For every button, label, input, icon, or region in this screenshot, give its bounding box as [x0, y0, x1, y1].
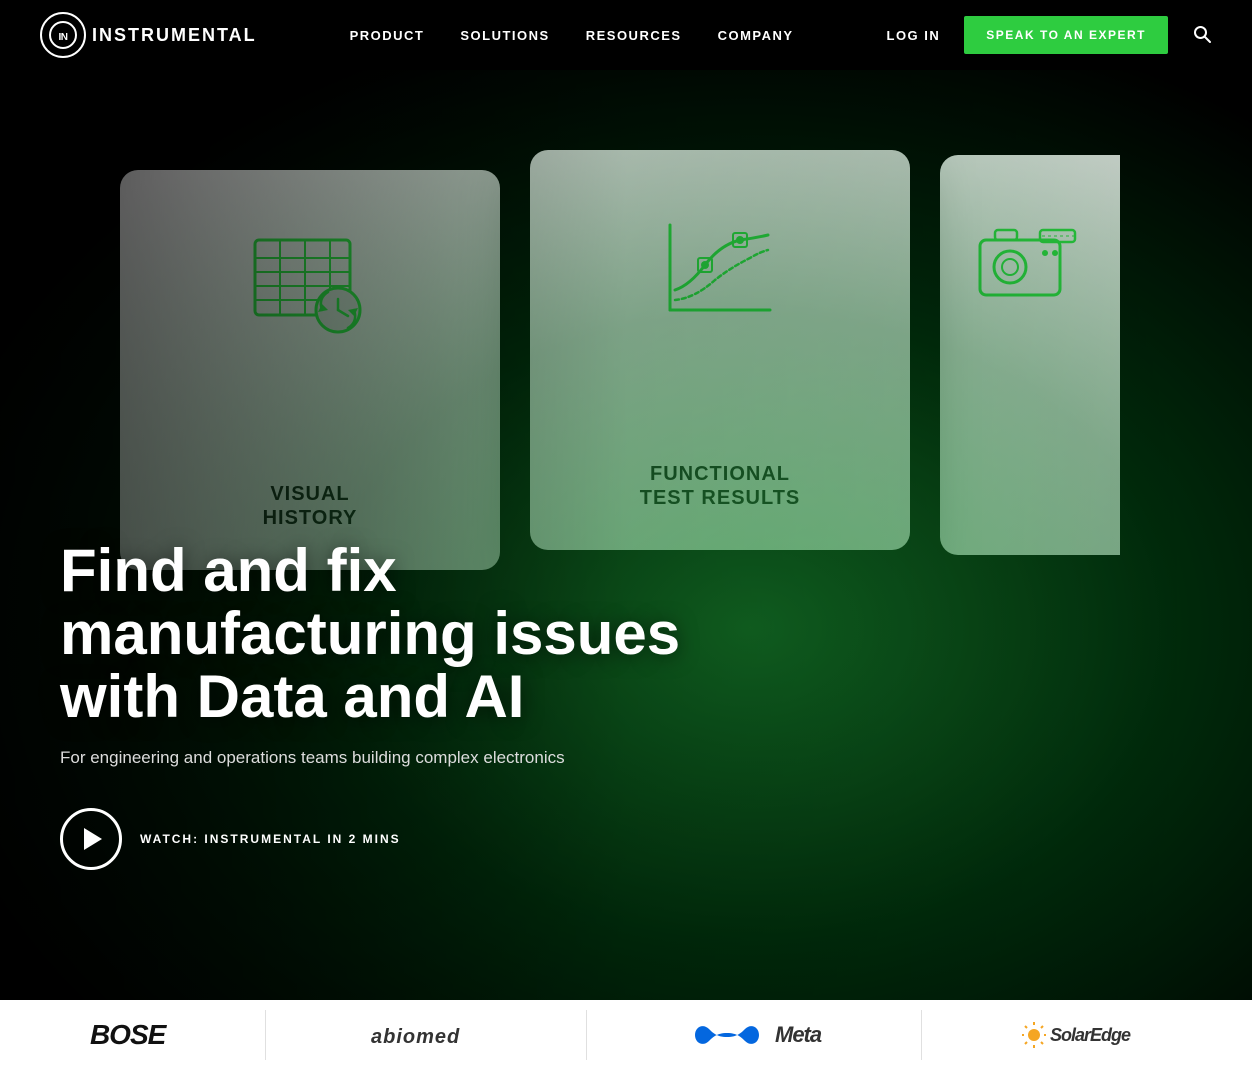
hero-subtext: For engineering and operations teams bui…	[60, 748, 710, 768]
abiomed-logo-svg: abiomed	[366, 1015, 486, 1055]
visual-history-icon	[240, 220, 380, 360]
card-visual-history: VISUALHISTORY	[120, 170, 500, 570]
card-camera-partial	[940, 155, 1120, 555]
card-functional-test: FUNCTIONALTEST RESULTS	[530, 150, 910, 550]
svg-text:IN: IN	[59, 32, 68, 43]
nav-item-product[interactable]: PRODUCT	[350, 28, 425, 43]
nav-item-resources[interactable]: RESOURCES	[586, 28, 682, 43]
watch-video-button[interactable]: WATCH: INSTRUMENTAL IN 2 MINS	[60, 808, 710, 870]
card-visual-history-label: VISUALHISTORY	[263, 482, 358, 530]
logo-abiomed: abiomed	[366, 1015, 486, 1055]
svg-text:abiomed: abiomed	[371, 1026, 460, 1048]
logo-text: INSTRUMENTAL	[92, 25, 257, 46]
logo-separator-1	[265, 1010, 266, 1060]
functional-test-icon	[650, 200, 790, 340]
play-triangle	[84, 828, 102, 850]
speak-to-expert-button[interactable]: SPEAK TO AN EXPERT	[964, 16, 1168, 54]
hero-content: Find and fix manufacturing issues with D…	[60, 539, 710, 870]
nav-right: LOG IN SPEAK TO AN EXPERT	[887, 16, 1212, 54]
nav-links: PRODUCT SOLUTIONS RESOURCES COMPANY	[350, 28, 794, 43]
search-icon[interactable]	[1192, 24, 1212, 47]
solaredge-logo-svg: SolarEdge	[1022, 1015, 1162, 1055]
logo-separator-3	[921, 1010, 922, 1060]
camera-icon	[970, 205, 1090, 325]
nav-item-company[interactable]: COMPANY	[718, 28, 794, 43]
card-functional-test-label: FUNCTIONALTEST RESULTS	[640, 462, 801, 510]
watch-label: WATCH: INSTRUMENTAL IN 2 MINS	[140, 832, 401, 846]
logo-bose: BOSE	[90, 1015, 165, 1055]
play-icon	[60, 808, 122, 870]
navbar: IN INSTRUMENTAL PRODUCT SOLUTIONS RESOUR…	[0, 0, 1252, 70]
hero-heading: Find and fix manufacturing issues with D…	[60, 539, 710, 728]
logo-bar: BOSE abiomed Meta SolarEdge	[0, 1000, 1252, 1070]
logo-separator-2	[586, 1010, 587, 1060]
nav-item-solutions[interactable]: SOLUTIONS	[460, 28, 549, 43]
login-button[interactable]: LOG IN	[887, 28, 941, 43]
meta-logo-svg	[687, 1015, 767, 1055]
logo-meta: Meta	[687, 1015, 821, 1055]
svg-text:SolarEdge: SolarEdge	[1050, 1025, 1131, 1045]
logo[interactable]: IN INSTRUMENTAL	[40, 12, 257, 58]
hero-section: VISUALHISTORY FUNCTIONALTEST RE	[0, 70, 1252, 1000]
logo-icon: IN	[40, 12, 86, 58]
logo-solaredge: SolarEdge	[1022, 1015, 1162, 1055]
